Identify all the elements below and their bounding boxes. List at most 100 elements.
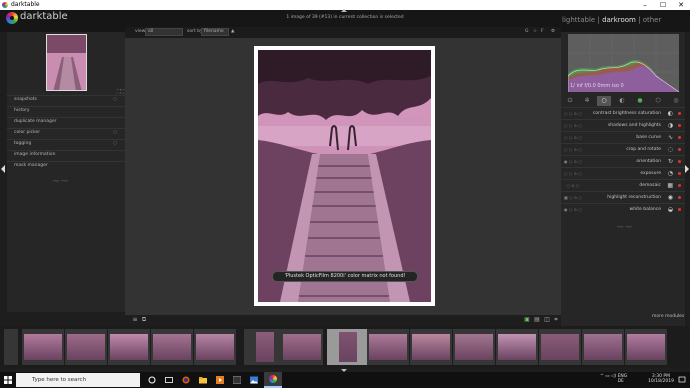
filmstrip-thumbnail[interactable] (625, 329, 667, 365)
module-exposure[interactable]: ○ ○ ⊙ ○ exposure ◔ (561, 167, 685, 179)
styles-icon[interactable]: ⧉ (141, 317, 147, 323)
presets-icon[interactable]: ≡ (132, 317, 138, 323)
collapse-left-panel-icon[interactable] (1, 165, 5, 173)
module-controls-icon[interactable]: ● ○ ⊙ ○ (564, 207, 582, 212)
favorites-group-icon[interactable]: ✲ (580, 96, 594, 106)
module-crop-and-rotate[interactable]: ○ ○ ⊙ ○ crop and rotate ◌ (561, 143, 685, 155)
filmstrip-thumbnail[interactable] (108, 329, 150, 365)
thumbnail-image (153, 334, 191, 360)
view-lighttable[interactable]: lighttable (562, 16, 595, 24)
thumbnail-image (67, 334, 105, 360)
windows-start-icon[interactable] (4, 376, 12, 384)
module-base-curve[interactable]: ○ ○ ⊙ ○ base curve ∿ (561, 131, 685, 143)
overlays-icon[interactable]: ☆ (533, 29, 537, 34)
filmstrip-thumbnail[interactable] (244, 329, 286, 365)
minimize-icon[interactable]: – (636, 0, 654, 10)
module-demosaic[interactable]: ○ ⊙ ○ demosaic ▦ (561, 179, 685, 191)
module-orientation[interactable]: ● ○ ⊙ ○ orientation ↻ (561, 155, 685, 167)
file-explorer-icon[interactable] (199, 376, 207, 384)
filmstrip-thumbnail[interactable] (582, 329, 624, 365)
thumbnail-image (24, 334, 62, 360)
cortana-icon[interactable] (148, 376, 156, 384)
window-title: darktable (11, 1, 40, 8)
filmstrip-thumbnail[interactable] (22, 329, 64, 365)
navigation-thumbnail[interactable] (46, 34, 87, 91)
filmstrip-thumbnail[interactable] (151, 329, 193, 365)
correct-group-icon[interactable]: ⬡ (651, 96, 665, 106)
module-white-balance[interactable]: ● ○ ⊙ ○ white balance ◒ (561, 203, 685, 215)
view-filter-select[interactable]: all (145, 28, 183, 36)
module-highlight-reconstruction[interactable]: ■ ○ ⊙ ○ highlight reconstruction ◉ (561, 191, 685, 203)
display-profile-icon[interactable]: ◫ (544, 317, 550, 323)
module-controls-icon[interactable]: ○ ⊙ ○ (564, 183, 580, 188)
module-history[interactable]: history (7, 106, 125, 115)
module-controls-icon[interactable]: ○ ○ ⊙ ○ (564, 111, 582, 116)
module-controls-icon[interactable]: ○ ○ ⊙ ○ (564, 135, 582, 140)
base-group-icon[interactable]: ◐ (615, 96, 629, 106)
thumbnail-image (627, 334, 665, 360)
network-icon[interactable]: ▭ (605, 374, 609, 379)
softproof-icon[interactable]: ▣ (524, 317, 530, 323)
taskbar-search-input[interactable]: Type here to search (16, 373, 140, 387)
module-snapshots[interactable]: snapshots ○ (7, 95, 125, 104)
input-language[interactable]: ENG DE (618, 374, 628, 384)
module-color-picker[interactable]: color picker ○ (7, 128, 125, 137)
active-modules-group-icon[interactable]: ○ (597, 96, 611, 106)
module-image-information[interactable]: image information (7, 150, 125, 159)
preferences-gear-icon[interactable]: ⚙ (551, 29, 555, 34)
grouping-icon[interactable]: G (525, 29, 529, 34)
filmstrip-thumbnail[interactable] (327, 329, 369, 365)
focus-peaking-icon[interactable]: F (541, 29, 544, 34)
reset-icon[interactable]: ○ (113, 141, 117, 146)
reset-icon[interactable]: ○ (113, 130, 117, 135)
close-icon[interactable]: ✕ (672, 0, 690, 10)
filmstrip-thumbnail[interactable] (4, 329, 18, 365)
filmstrip-thumbnail[interactable] (539, 329, 581, 365)
view-other[interactable]: other (643, 16, 662, 24)
media-player-icon[interactable] (216, 376, 224, 384)
thumbnail-image (110, 334, 148, 360)
filmstrip-thumbnail[interactable] (410, 329, 452, 365)
filmstrip-thumbnail[interactable] (281, 329, 323, 365)
effect-group-icon[interactable]: ◎ (669, 96, 683, 106)
darktable-taskbar-button[interactable] (264, 372, 282, 388)
clock-date: 10/18/2019 (648, 379, 674, 384)
module-controls-icon[interactable]: ● ○ ⊙ ○ (564, 159, 582, 164)
filmstrip-thumbnail[interactable] (453, 329, 495, 365)
guides-icon[interactable]: ⌗ (553, 317, 559, 323)
module-tagging[interactable]: tagging ○ (7, 139, 125, 148)
filmstrip-thumbnail[interactable] (496, 329, 538, 365)
terminal-icon[interactable] (233, 376, 241, 384)
module-controls-icon[interactable]: ■ ○ ⊙ ○ (564, 195, 582, 200)
module-controls-icon[interactable]: ○ ○ ⊙ ○ (564, 171, 582, 176)
photos-app-icon[interactable] (250, 376, 258, 384)
module-type-icon: ◉ (667, 194, 673, 201)
module-shadows-and-highlights[interactable]: ○ ○ ⊙ ○ shadows and highlights ◑ (561, 119, 685, 131)
gamut-check-icon[interactable]: ▤ (534, 317, 540, 323)
module-controls-icon[interactable]: ○ ○ ⊙ ○ (564, 147, 582, 152)
notifications-icon[interactable] (678, 376, 686, 384)
tray-chevron-icon[interactable]: ^ (600, 374, 604, 379)
taskbar-clock[interactable]: 3:30 PM 10/18/2019 (648, 374, 674, 384)
volume-icon[interactable]: ◁) (611, 374, 616, 379)
collapse-right-panel-icon[interactable] (685, 165, 689, 173)
task-view-icon[interactable] (165, 376, 173, 384)
main-image-canvas[interactable] (258, 50, 431, 302)
more-modules-button[interactable]: more modules (652, 314, 684, 319)
filmstrip-thumbnail[interactable] (194, 329, 236, 365)
filmstrip-thumbnail[interactable] (65, 329, 107, 365)
color-group-icon[interactable]: ● (633, 96, 647, 106)
reset-icon[interactable]: ○ (113, 97, 117, 102)
sortby-select[interactable]: filename (201, 28, 229, 36)
firefox-icon[interactable] (182, 376, 190, 384)
module-duplicate-manager[interactable]: duplicate manager (7, 117, 125, 126)
module-mask-manager[interactable]: mask manager (7, 161, 125, 170)
module-controls-icon[interactable]: ○ ○ ⊙ ○ (564, 123, 582, 128)
filmstrip-thumbnail[interactable] (367, 329, 409, 365)
collapse-top-panel-icon[interactable] (341, 9, 347, 12)
maximize-icon[interactable]: ☐ (654, 0, 672, 10)
module-contrast-brightness-saturation[interactable]: ○ ○ ⊙ ○ contrast brightness saturation ◐ (561, 107, 685, 119)
power-group-icon[interactable]: ⏻ (563, 96, 577, 106)
sort-direction-icon[interactable]: ▲ (231, 29, 234, 34)
view-darkroom[interactable]: darkroom (602, 16, 636, 24)
